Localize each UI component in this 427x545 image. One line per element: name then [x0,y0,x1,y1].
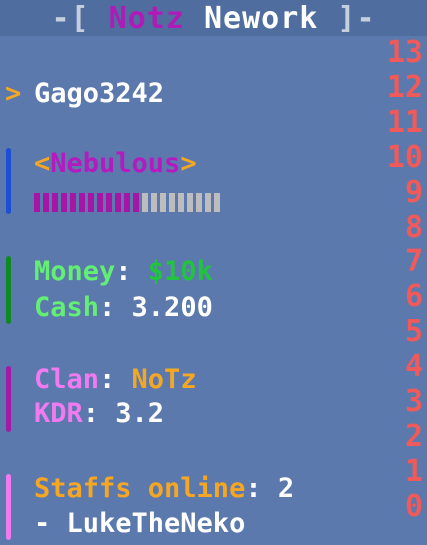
score-number: 13 [386,35,423,70]
staff-row: Staffs online: 2 [0,473,380,505]
cash-value: 3.200 [131,292,213,323]
score-number: 7 [404,244,423,280]
player-arrow: > [5,78,22,109]
score-number: 11 [386,104,423,140]
staff-colon: : [245,473,278,504]
progress-segment-empty [160,193,166,212]
kdr-row: KDR: 3.2 [0,398,380,430]
progress-segment-empty [142,193,148,212]
progress-segment-filled [52,193,58,212]
cash-colon: : [99,292,132,323]
progress-segment-filled [70,193,76,212]
staff-entry: - LukeTheNeko [34,508,246,539]
money-text: Money: $10k [34,256,213,288]
scoreboard-title: -[ Notz Nework ]- [0,2,427,36]
money-value: $10k [147,256,213,287]
clan-colon: : [99,364,132,395]
kdr-label: KDR [34,398,83,429]
score-number: 5 [404,314,423,350]
rank-close-bracket: > [180,148,197,179]
score-number: 6 [404,279,423,315]
score-number: 8 [404,209,423,245]
score-number: 3 [404,384,423,419]
score-number: 10 [386,139,423,175]
scoreboard-titlebar: -[ Notz Nework ]- [0,0,427,36]
progress-segment-filled [124,193,130,212]
clan-value: NoTz [131,364,197,395]
progress-segment-empty [214,193,220,212]
clan-text: Clan: NoTz [34,364,197,396]
staff-count: 2 [277,473,295,504]
title-brand: Notz [108,1,185,36]
scoreboard: -[ Notz Nework ]- > Gago3242 <Nebulous > … [0,0,427,545]
title-brand-rest: Nework [203,1,319,36]
progress-segment-empty [178,193,184,212]
money-label: Money [34,256,116,287]
progress-segment-empty [151,193,157,212]
progress-segment-filled [133,193,139,212]
staff-entry-row: - LukeTheNeko [0,508,380,540]
progress-segment-filled [97,193,103,212]
score-number: 2 [404,418,423,454]
progress-segment-filled [115,193,121,212]
score-number: 4 [404,349,423,385]
money-row: Money: $10k [0,256,380,288]
score-number: 1 [404,453,423,489]
score-number: 12 [386,69,423,105]
rank-progress-bar [34,193,220,212]
clan-label: Clan [34,364,100,395]
money-colon: : [115,256,148,287]
cash-label: Cash [34,292,100,323]
progress-segment-filled [34,193,40,212]
rank-name: Nebulous [50,148,181,179]
cash-text: Cash: 3.200 [34,292,213,324]
progress-segment-empty [205,193,211,212]
progress-segment-empty [196,193,202,212]
kdr-value: 3.2 [115,398,165,429]
progress-segment-filled [79,193,85,212]
kdr-text: KDR: 3.2 [34,398,164,430]
score-number: 9 [404,174,423,210]
progress-segment-filled [43,193,49,212]
progress-segment-filled [61,193,67,212]
rank-row: <Nebulous> [0,148,380,180]
staff-text: Staffs online: 2 [34,473,294,505]
clan-row: Clan: NoTz [0,364,380,396]
progress-segment-filled [88,193,94,212]
staff-label: Staffs online [34,473,246,504]
progress-segment-filled [106,193,112,212]
rank-open-bracket: < [34,148,51,179]
title-right-bracket: ]- [337,1,376,36]
player-name: Gago3242 [34,78,165,109]
progress-segment-empty [169,193,175,212]
player-row: > Gago3242 [0,78,380,110]
score-number: 0 [404,488,423,524]
kdr-colon: : [82,398,116,429]
cash-row: Cash: 3.200 [0,292,380,324]
title-left-bracket: -[ [51,1,90,36]
progress-segment-empty [187,193,193,212]
rank-label: <Nebulous> [34,148,197,180]
